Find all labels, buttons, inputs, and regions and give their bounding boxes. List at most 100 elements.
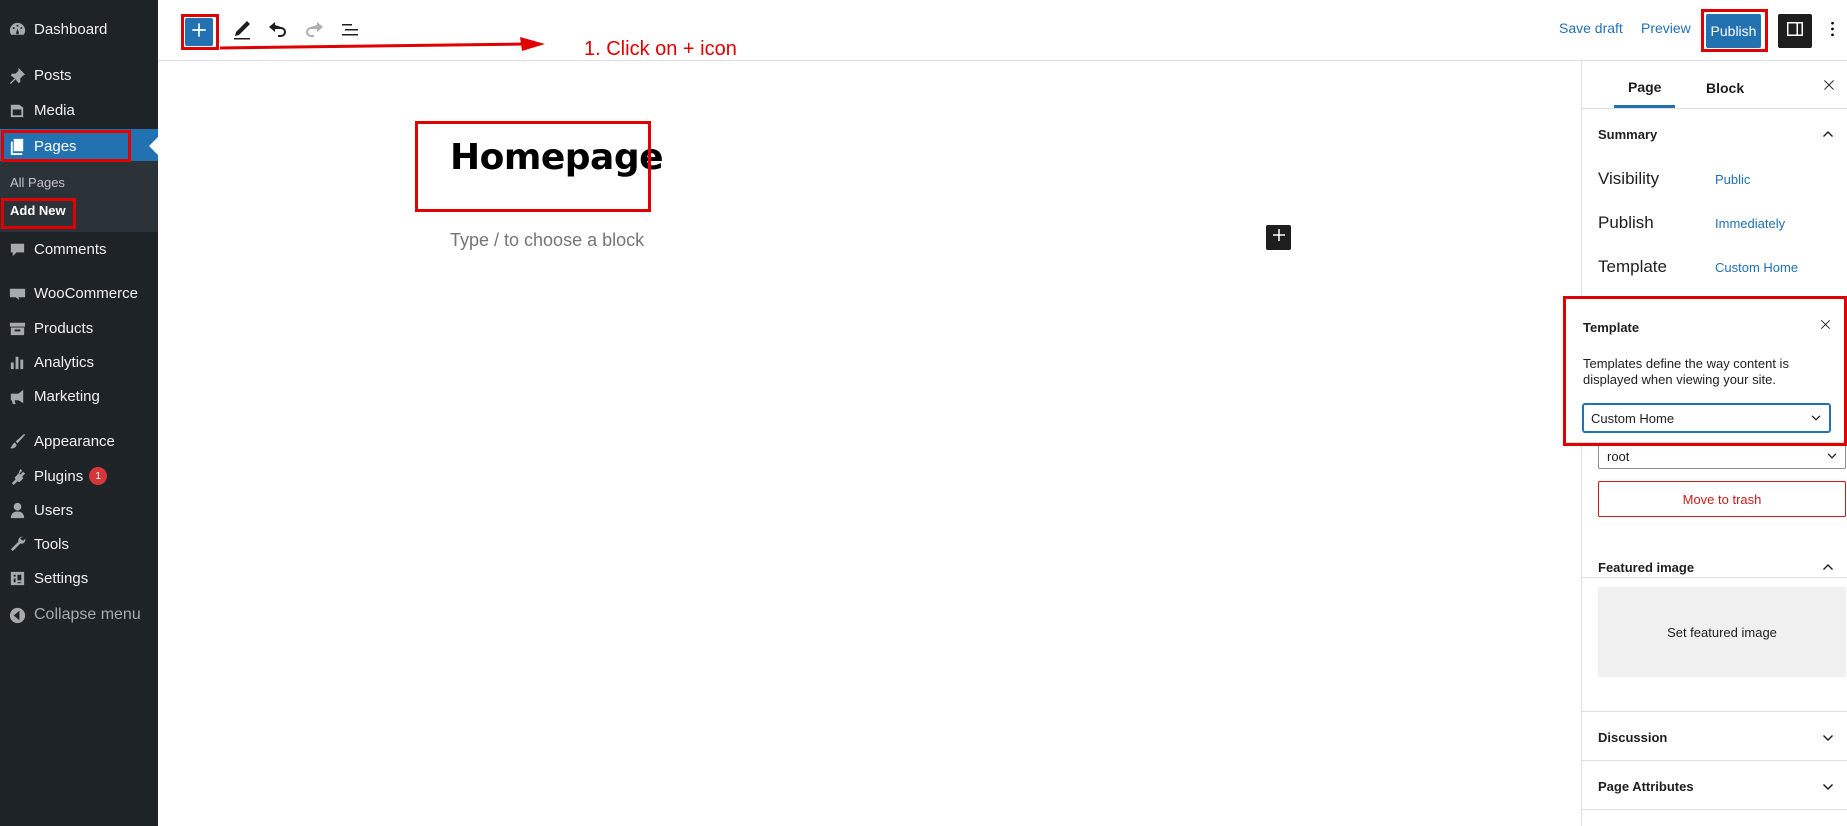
template-select-value: Custom Home <box>1591 410 1675 426</box>
wrench-icon <box>0 535 34 554</box>
sidebar-icon <box>1785 19 1805 44</box>
pages-icon <box>0 137 34 156</box>
admin-sidebar: Dashboard Posts Media Pages All Pages Ad… <box>0 0 158 826</box>
options-menu-button[interactable] <box>1822 18 1842 44</box>
collapse-menu-label: Collapse menu <box>34 606 141 623</box>
author-value: root <box>1607 448 1630 464</box>
publish-button[interactable]: Publish <box>1706 14 1761 48</box>
settings-icon <box>0 569 34 588</box>
plus-icon <box>189 20 209 45</box>
menu-item-label: Products <box>34 319 94 337</box>
page-attributes-panel: Page Attributes <box>1582 761 1847 810</box>
tab-page[interactable]: Page <box>1614 68 1676 108</box>
plugin-icon <box>0 467 34 486</box>
visibility-label: Visibility <box>1598 169 1660 188</box>
menu-item-label: Plugins <box>34 467 84 485</box>
menu-item-users[interactable]: Users <box>0 493 158 527</box>
tab-block[interactable]: Block <box>1692 68 1758 108</box>
chevron-up-icon[interactable] <box>1820 559 1836 575</box>
move-to-trash-button[interactable]: Move to trash <box>1598 481 1846 517</box>
menu-item-dashboard[interactable]: Dashboard <box>0 12 158 46</box>
publish-date-value[interactable]: Immediately <box>1715 216 1785 231</box>
menu-item-label: Dashboard <box>34 20 108 38</box>
megaphone-icon <box>0 387 34 406</box>
menu-item-appearance[interactable]: Appearance <box>0 424 158 458</box>
close-sidebar-button[interactable] <box>1819 77 1839 97</box>
close-icon <box>1822 78 1836 97</box>
chart-bar-icon <box>0 353 34 372</box>
annotation-text: 1. Click on + icon <box>584 38 737 60</box>
menu-item-label: Media <box>34 101 75 119</box>
annotation-arrow <box>220 37 545 51</box>
menu-item-analytics[interactable]: Analytics <box>0 345 158 379</box>
page-attributes-title[interactable]: Page Attributes <box>1598 779 1694 794</box>
brush-icon <box>0 432 34 451</box>
post-title[interactable]: Homepage <box>450 137 664 178</box>
collapse-icon <box>0 606 34 625</box>
plus-icon <box>1270 226 1288 249</box>
author-select[interactable]: root <box>1598 443 1846 469</box>
user-icon <box>0 501 34 520</box>
menu-item-plugins[interactable]: Plugins 1 <box>0 459 158 493</box>
featured-image-panel: Featured image Set featured image <box>1582 535 1847 712</box>
block-inserter-button[interactable] <box>185 18 213 46</box>
close-popover-button[interactable] <box>1815 317 1835 337</box>
discussion-title[interactable]: Discussion <box>1598 730 1667 745</box>
chevron-down-icon[interactable] <box>1820 730 1836 746</box>
dashboard-icon <box>0 20 34 39</box>
menu-item-label: Analytics <box>34 353 95 371</box>
pin-icon <box>0 66 34 85</box>
template-value[interactable]: Custom Home <box>1715 260 1798 275</box>
collapse-menu-button[interactable]: Collapse menu <box>0 598 158 632</box>
more-vertical-icon <box>1830 20 1835 43</box>
pages-submenu: All Pages Add New <box>0 161 158 232</box>
settings-sidebar: Page Block Summary Visibility Public Pub… <box>1581 61 1847 826</box>
menu-item-label: WooCommerce <box>34 284 138 302</box>
menu-item-label: Settings <box>34 569 89 587</box>
chevron-down-icon[interactable] <box>1820 779 1836 795</box>
menu-item-label: Tools <box>34 535 70 553</box>
submenu-all-pages[interactable]: All Pages <box>10 175 65 190</box>
preview-button[interactable]: Preview <box>1641 20 1691 36</box>
menu-item-label: Marketing <box>34 387 100 405</box>
menu-item-media[interactable]: Media <box>0 93 158 127</box>
submenu-add-new[interactable]: Add New <box>10 203 66 218</box>
menu-item-label: Posts <box>34 66 72 84</box>
archive-icon <box>0 319 34 338</box>
menu-item-comments[interactable]: Comments <box>0 232 158 266</box>
menu-item-tools[interactable]: Tools <box>0 527 158 561</box>
editor-canvas: Homepage Type / to choose a block <box>158 61 1581 826</box>
save-draft-button[interactable]: Save draft <box>1559 20 1623 36</box>
menu-item-marketing[interactable]: Marketing <box>0 379 158 413</box>
publish-label: Publish <box>1598 213 1654 232</box>
template-description: Templates define the way content is disp… <box>1583 356 1789 387</box>
template-label: Template <box>1598 257 1667 276</box>
close-icon <box>1819 318 1832 336</box>
menu-item-woocommerce[interactable]: WooCommerce <box>0 276 158 310</box>
chevron-up-icon[interactable] <box>1820 126 1836 142</box>
featured-image-title[interactable]: Featured image <box>1598 560 1694 575</box>
block-placeholder[interactable]: Type / to choose a block <box>450 230 644 251</box>
menu-item-label: Appearance <box>34 432 115 450</box>
add-block-button[interactable] <box>1266 225 1291 250</box>
plugins-update-badge: 1 <box>89 467 108 485</box>
menu-item-settings[interactable]: Settings <box>0 561 158 595</box>
template-select[interactable]: Custom Home <box>1583 404 1830 432</box>
menu-item-label: Users <box>34 501 74 519</box>
template-popover: Template Templates define the way conten… <box>1565 298 1846 443</box>
menu-item-posts[interactable]: Posts <box>0 58 158 92</box>
chevron-down-icon <box>1825 449 1839 466</box>
set-featured-image-button[interactable]: Set featured image <box>1598 587 1846 677</box>
menu-item-products[interactable]: Products <box>0 311 158 345</box>
menu-item-label: Comments <box>34 240 107 258</box>
summary-title[interactable]: Summary <box>1598 127 1657 142</box>
discussion-panel: Discussion <box>1582 712 1847 761</box>
media-icon <box>0 101 34 120</box>
settings-toggle-button[interactable] <box>1778 14 1812 48</box>
template-popover-title: Template <box>1583 320 1640 335</box>
chevron-down-icon <box>1809 411 1823 425</box>
menu-item-label: Pages <box>34 137 77 155</box>
visibility-value[interactable]: Public <box>1715 172 1750 187</box>
menu-item-pages[interactable]: Pages <box>0 129 158 163</box>
comments-icon <box>0 240 34 259</box>
